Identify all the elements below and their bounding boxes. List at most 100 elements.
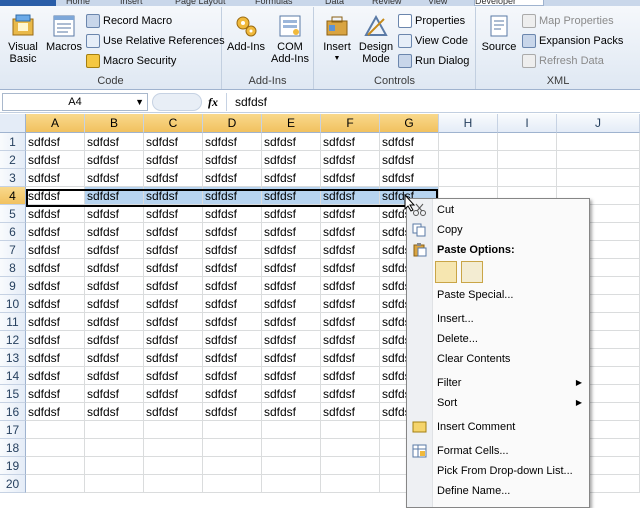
row-header-5[interactable]: 5 — [0, 205, 26, 223]
cell-c7[interactable]: sdfdsf — [144, 241, 203, 259]
expansion-packs-button[interactable]: Expansion Packs — [522, 32, 623, 50]
row-header-17[interactable]: 17 — [0, 421, 26, 439]
tab-review[interactable]: Review — [372, 0, 412, 6]
insert-control-button[interactable]: Insert ▼ — [318, 13, 356, 65]
cell-i3[interactable] — [498, 169, 557, 187]
cell-f12[interactable]: sdfdsf — [321, 331, 380, 349]
cell-c16[interactable]: sdfdsf — [144, 403, 203, 421]
cell-a16[interactable]: sdfdsf — [26, 403, 85, 421]
cell-e4[interactable]: sdfdsf — [262, 187, 321, 205]
cell-c1[interactable]: sdfdsf — [144, 133, 203, 151]
cell-e17[interactable] — [262, 421, 321, 439]
row-header-19[interactable]: 19 — [0, 457, 26, 475]
cell-e9[interactable]: sdfdsf — [262, 277, 321, 295]
column-header-h[interactable]: H — [439, 114, 498, 133]
cell-e3[interactable]: sdfdsf — [262, 169, 321, 187]
cell-b7[interactable]: sdfdsf — [85, 241, 144, 259]
cell-e8[interactable]: sdfdsf — [262, 259, 321, 277]
cell-c3[interactable]: sdfdsf — [144, 169, 203, 187]
row-header-4[interactable]: 4 — [0, 187, 26, 205]
cell-d7[interactable]: sdfdsf — [203, 241, 262, 259]
chevron-down-icon[interactable]: ▼ — [135, 94, 144, 110]
cell-a6[interactable]: sdfdsf — [26, 223, 85, 241]
cell-a8[interactable]: sdfdsf — [26, 259, 85, 277]
source-button[interactable]: Source — [480, 13, 518, 53]
cell-c8[interactable]: sdfdsf — [144, 259, 203, 277]
cell-a4[interactable]: sdfdsf — [26, 187, 85, 205]
cell-c20[interactable] — [144, 475, 203, 493]
cell-f13[interactable]: sdfdsf — [321, 349, 380, 367]
cell-d6[interactable]: sdfdsf — [203, 223, 262, 241]
cell-d11[interactable]: sdfdsf — [203, 313, 262, 331]
row-header-3[interactable]: 3 — [0, 169, 26, 187]
column-header-g[interactable]: G — [380, 114, 439, 133]
row-header-13[interactable]: 13 — [0, 349, 26, 367]
cell-f11[interactable]: sdfdsf — [321, 313, 380, 331]
cell-e13[interactable]: sdfdsf — [262, 349, 321, 367]
tab-data[interactable]: Data — [325, 0, 355, 6]
menu-item-cut[interactable]: Cut — [407, 200, 590, 220]
cell-d13[interactable]: sdfdsf — [203, 349, 262, 367]
cell-f18[interactable] — [321, 439, 380, 457]
cell-a18[interactable] — [26, 439, 85, 457]
cell-a3[interactable]: sdfdsf — [26, 169, 85, 187]
cell-h3[interactable] — [439, 169, 498, 187]
refresh-data-button[interactable]: Refresh Data — [522, 52, 604, 70]
row-header-6[interactable]: 6 — [0, 223, 26, 241]
menu-item-insert[interactable]: Insert... — [407, 309, 590, 329]
cell-e12[interactable]: sdfdsf — [262, 331, 321, 349]
cell-b5[interactable]: sdfdsf — [85, 205, 144, 223]
cell-d16[interactable]: sdfdsf — [203, 403, 262, 421]
row-header-1[interactable]: 1 — [0, 133, 26, 151]
cell-a7[interactable]: sdfdsf — [26, 241, 85, 259]
cell-d10[interactable]: sdfdsf — [203, 295, 262, 313]
column-header-a[interactable]: A — [26, 114, 85, 133]
macros-button[interactable]: Macros — [44, 13, 84, 53]
cell-j1[interactable] — [557, 133, 640, 151]
tab-view[interactable]: View — [428, 0, 458, 6]
menu-item-paste-special[interactable]: Paste Special... — [407, 285, 590, 305]
cell-f9[interactable]: sdfdsf — [321, 277, 380, 295]
cell-a15[interactable]: sdfdsf — [26, 385, 85, 403]
row-header-14[interactable]: 14 — [0, 367, 26, 385]
cell-f10[interactable]: sdfdsf — [321, 295, 380, 313]
menu-item-clear-contents[interactable]: Clear Contents — [407, 349, 590, 369]
cell-a10[interactable]: sdfdsf — [26, 295, 85, 313]
cell-b15[interactable]: sdfdsf — [85, 385, 144, 403]
cell-c10[interactable]: sdfdsf — [144, 295, 203, 313]
column-header-d[interactable]: D — [203, 114, 262, 133]
cell-d19[interactable] — [203, 457, 262, 475]
row-header-2[interactable]: 2 — [0, 151, 26, 169]
row-header-10[interactable]: 10 — [0, 295, 26, 313]
insert-function-button[interactable]: fx — [208, 93, 218, 111]
cell-c13[interactable]: sdfdsf — [144, 349, 203, 367]
row-header-15[interactable]: 15 — [0, 385, 26, 403]
cell-f19[interactable] — [321, 457, 380, 475]
visual-basic-button[interactable]: Visual Basic — [4, 13, 42, 65]
cell-d17[interactable] — [203, 421, 262, 439]
cell-f20[interactable] — [321, 475, 380, 493]
cell-b3[interactable]: sdfdsf — [85, 169, 144, 187]
cell-f7[interactable]: sdfdsf — [321, 241, 380, 259]
cell-c18[interactable] — [144, 439, 203, 457]
cell-b19[interactable] — [85, 457, 144, 475]
column-header-f[interactable]: F — [321, 114, 380, 133]
paste-formatting-icon[interactable] — [435, 261, 457, 283]
cell-a13[interactable]: sdfdsf — [26, 349, 85, 367]
cell-d1[interactable]: sdfdsf — [203, 133, 262, 151]
cell-e16[interactable]: sdfdsf — [262, 403, 321, 421]
menu-item-filter[interactable]: Filter ▶ — [407, 373, 590, 393]
cell-c2[interactable]: sdfdsf — [144, 151, 203, 169]
cell-a2[interactable]: sdfdsf — [26, 151, 85, 169]
cell-a5[interactable]: sdfdsf — [26, 205, 85, 223]
cell-c4[interactable]: sdfdsf — [144, 187, 203, 205]
tab-home[interactable]: Home — [66, 0, 106, 6]
cell-b11[interactable]: sdfdsf — [85, 313, 144, 331]
cell-e15[interactable]: sdfdsf — [262, 385, 321, 403]
cell-a11[interactable]: sdfdsf — [26, 313, 85, 331]
row-header-20[interactable]: 20 — [0, 475, 26, 493]
tab-page-layout[interactable]: Page Layout — [175, 0, 235, 6]
cell-b13[interactable]: sdfdsf — [85, 349, 144, 367]
view-code-button[interactable]: View Code — [398, 32, 468, 50]
cell-f15[interactable]: sdfdsf — [321, 385, 380, 403]
